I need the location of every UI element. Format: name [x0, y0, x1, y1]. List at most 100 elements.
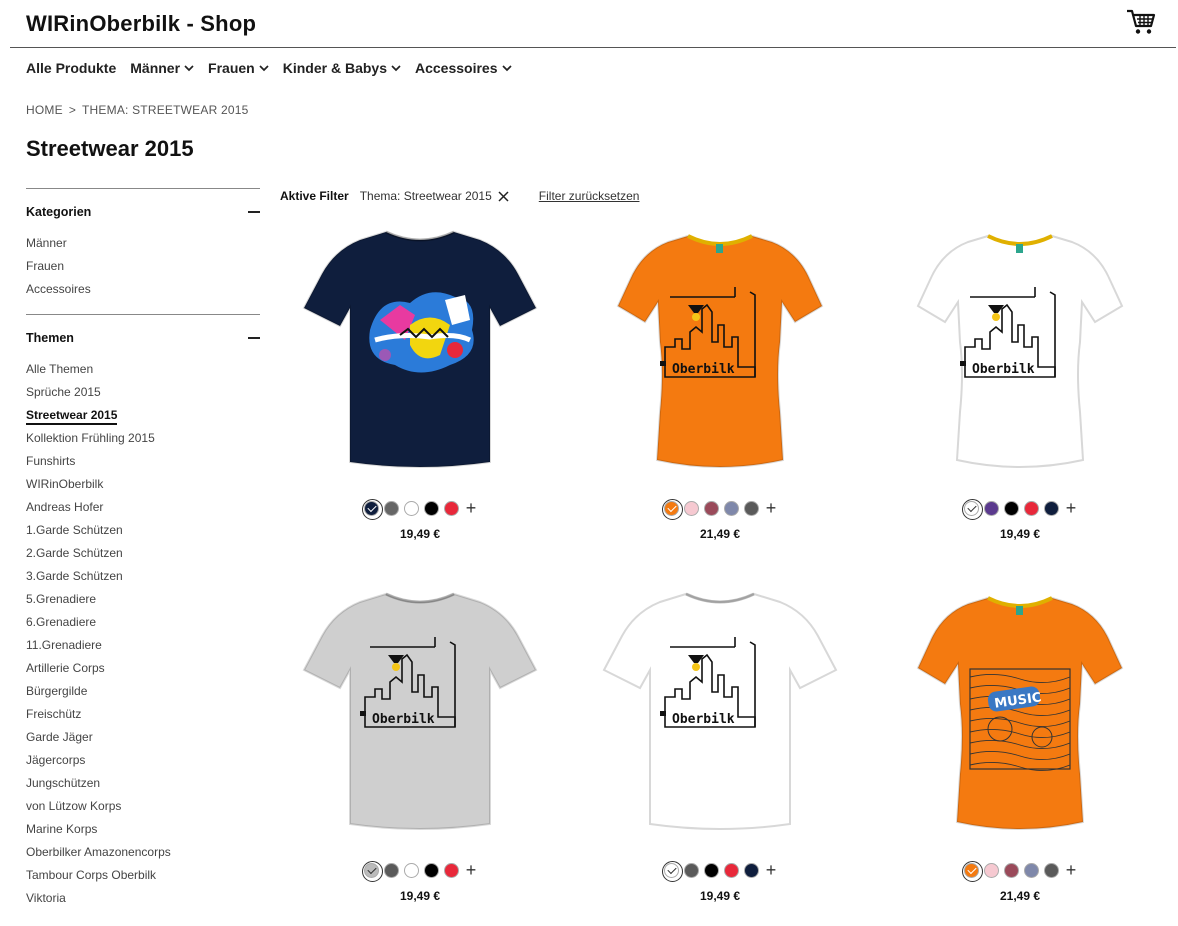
color-swatch[interactable]	[961, 499, 983, 520]
product-image[interactable]	[300, 222, 540, 477]
plus-icon[interactable]: +	[466, 499, 477, 517]
color-swatch[interactable]	[723, 501, 739, 516]
close-icon[interactable]	[498, 190, 509, 202]
color-swatch[interactable]	[383, 501, 399, 516]
color-swatch[interactable]	[423, 863, 439, 878]
nav-item-alle-produkte[interactable]: Alle Produkte	[26, 60, 116, 76]
sidebar-item-streetwear-2015[interactable]: Streetwear 2015	[26, 407, 260, 430]
chevron-down-icon[interactable]	[501, 64, 512, 72]
color-swatch[interactable]	[361, 499, 383, 520]
sidebar-item-jagercorps[interactable]: Jägercorps	[26, 752, 260, 775]
color-swatch[interactable]	[983, 863, 999, 878]
plus-icon[interactable]: +	[766, 499, 777, 517]
sidebar-item-1-garde-schutzen[interactable]: 1.Garde Schützen	[26, 522, 260, 545]
product-image[interactable]: Oberbilk	[600, 584, 840, 839]
product-image[interactable]: Oberbilk	[300, 584, 540, 839]
color-swatch[interactable]	[723, 863, 739, 878]
sidebar-item-andreas-hofer[interactable]: Andreas Hofer	[26, 499, 260, 522]
plus-icon[interactable]: +	[766, 861, 777, 879]
color-swatch[interactable]	[661, 861, 683, 882]
color-swatch[interactable]	[403, 501, 419, 516]
sidebar-item-label: 6.Grenadiere	[26, 615, 97, 629]
color-swatch[interactable]	[423, 501, 439, 516]
sidebar-item-viktoria[interactable]: Viktoria	[26, 890, 260, 913]
product-card[interactable]: +19,49 €	[270, 222, 570, 562]
product-price: 21,49 €	[699, 527, 741, 541]
product-image[interactable]: Oberbilk	[900, 222, 1140, 477]
color-swatch[interactable]	[383, 863, 399, 878]
sidebar-item-3-garde-schutzen[interactable]: 3.Garde Schützen	[26, 568, 260, 591]
shop-title[interactable]: WIRinOberbilk - Shop	[26, 11, 256, 37]
sidebar-item-tambour-corps-oberbilk[interactable]: Tambour Corps Oberbilk	[26, 867, 260, 890]
product-card[interactable]: Oberbilk +19,49 €	[570, 584, 870, 924]
product-card[interactable]: MUSIC +21,49 €	[870, 584, 1170, 924]
color-swatch[interactable]	[983, 501, 999, 516]
chevron-down-icon[interactable]	[184, 64, 194, 72]
color-swatch[interactable]	[1003, 501, 1019, 516]
color-swatch[interactable]	[743, 501, 759, 516]
nav-item-accessoires[interactable]: Accessoires	[415, 60, 512, 76]
sidebar-item-artillerie-corps[interactable]: Artillerie Corps	[26, 660, 260, 683]
breadcrumb-home[interactable]: HOME	[26, 103, 63, 117]
color-swatch[interactable]	[703, 863, 719, 878]
plus-icon[interactable]: +	[1066, 499, 1077, 517]
sidebar-item-kollektion-fruhling-2015[interactable]: Kollektion Frühling 2015	[26, 430, 260, 453]
themes-header[interactable]: Themen	[26, 315, 260, 361]
nav-item-manner[interactable]: Männer	[130, 60, 194, 76]
shopping-cart-icon[interactable]	[1126, 8, 1156, 36]
color-swatch[interactable]	[661, 499, 683, 520]
color-swatch[interactable]	[683, 501, 699, 516]
color-swatch[interactable]	[403, 863, 419, 878]
active-filter-chip[interactable]: Thema: Streetwear 2015	[360, 189, 509, 203]
product-card[interactable]: Oberbilk +19,49 €	[870, 222, 1170, 562]
sidebar-item-oberbilker-amazonencorps[interactable]: Oberbilker Amazonencorps	[26, 844, 260, 867]
sidebar-item-label: 11.Grenadiere	[26, 638, 102, 652]
color-swatch[interactable]	[683, 863, 699, 878]
categories-header[interactable]: Kategorien	[26, 189, 260, 235]
color-swatch[interactable]	[703, 501, 719, 516]
sidebar-item-marine-korps[interactable]: Marine Korps	[26, 821, 260, 844]
collapse-icon[interactable]	[248, 337, 260, 339]
product-image[interactable]: MUSIC	[900, 584, 1140, 839]
nav-item-frauen[interactable]: Frauen	[208, 60, 269, 76]
nav-item-kinder-babys[interactable]: Kinder & Babys	[283, 60, 401, 76]
color-swatch[interactable]	[961, 861, 983, 882]
color-swatch[interactable]	[1023, 501, 1039, 516]
color-swatch[interactable]	[443, 501, 459, 516]
color-swatch[interactable]	[743, 863, 759, 878]
chevron-down-icon[interactable]	[259, 64, 269, 72]
chevron-down-icon[interactable]	[391, 64, 401, 72]
sidebar-item-label: Freischütz	[26, 707, 82, 721]
sidebar-item-burgergilde[interactable]: Bürgergilde	[26, 683, 260, 706]
sidebar-item-von-lutzow-korps[interactable]: von Lützow Korps	[26, 798, 260, 821]
sidebar-item-jungschutzen[interactable]: Jungschützen	[26, 775, 260, 798]
sidebar-item-6-grenadiere[interactable]: 6.Grenadiere	[26, 614, 260, 637]
sidebar-item-accessoires[interactable]: Accessoires	[26, 281, 260, 304]
color-swatch[interactable]	[1023, 863, 1039, 878]
themes-title: Themen	[26, 331, 74, 345]
sidebar-item-5-grenadiere[interactable]: 5.Grenadiere	[26, 591, 260, 614]
sidebar-item-garde-jager[interactable]: Garde Jäger	[26, 729, 260, 752]
sidebar-item-frauen[interactable]: Frauen	[26, 258, 260, 281]
sidebar-item-freischutz[interactable]: Freischütz	[26, 706, 260, 729]
color-swatch[interactable]	[361, 861, 383, 882]
sidebar-item-funshirts[interactable]: Funshirts	[26, 453, 260, 476]
sidebar-item-wirinoberbilk[interactable]: WIRinOberbilk	[26, 476, 260, 499]
breadcrumb-current[interactable]: THEMA: STREETWEAR 2015	[82, 103, 248, 117]
color-swatch[interactable]	[443, 863, 459, 878]
sidebar-item-spruche-2015[interactable]: Sprüche 2015	[26, 384, 260, 407]
product-card[interactable]: Oberbilk +19,49 €	[270, 584, 570, 924]
color-swatch[interactable]	[1043, 501, 1059, 516]
plus-icon[interactable]: +	[466, 861, 477, 879]
product-card[interactable]: Oberbilk +21,49 €	[570, 222, 870, 562]
sidebar-item-manner[interactable]: Männer	[26, 235, 260, 258]
product-image[interactable]: Oberbilk	[600, 222, 840, 477]
plus-icon[interactable]: +	[1066, 861, 1077, 879]
color-swatch[interactable]	[1003, 863, 1019, 878]
sidebar-item-11-grenadiere[interactable]: 11.Grenadiere	[26, 637, 260, 660]
collapse-icon[interactable]	[248, 211, 260, 213]
color-swatch[interactable]	[1043, 863, 1059, 878]
reset-filters-link[interactable]: Filter zurücksetzen	[539, 189, 640, 203]
sidebar-item-2-garde-schutzen[interactable]: 2.Garde Schützen	[26, 545, 260, 568]
sidebar-item-alle-themen[interactable]: Alle Themen	[26, 361, 260, 384]
